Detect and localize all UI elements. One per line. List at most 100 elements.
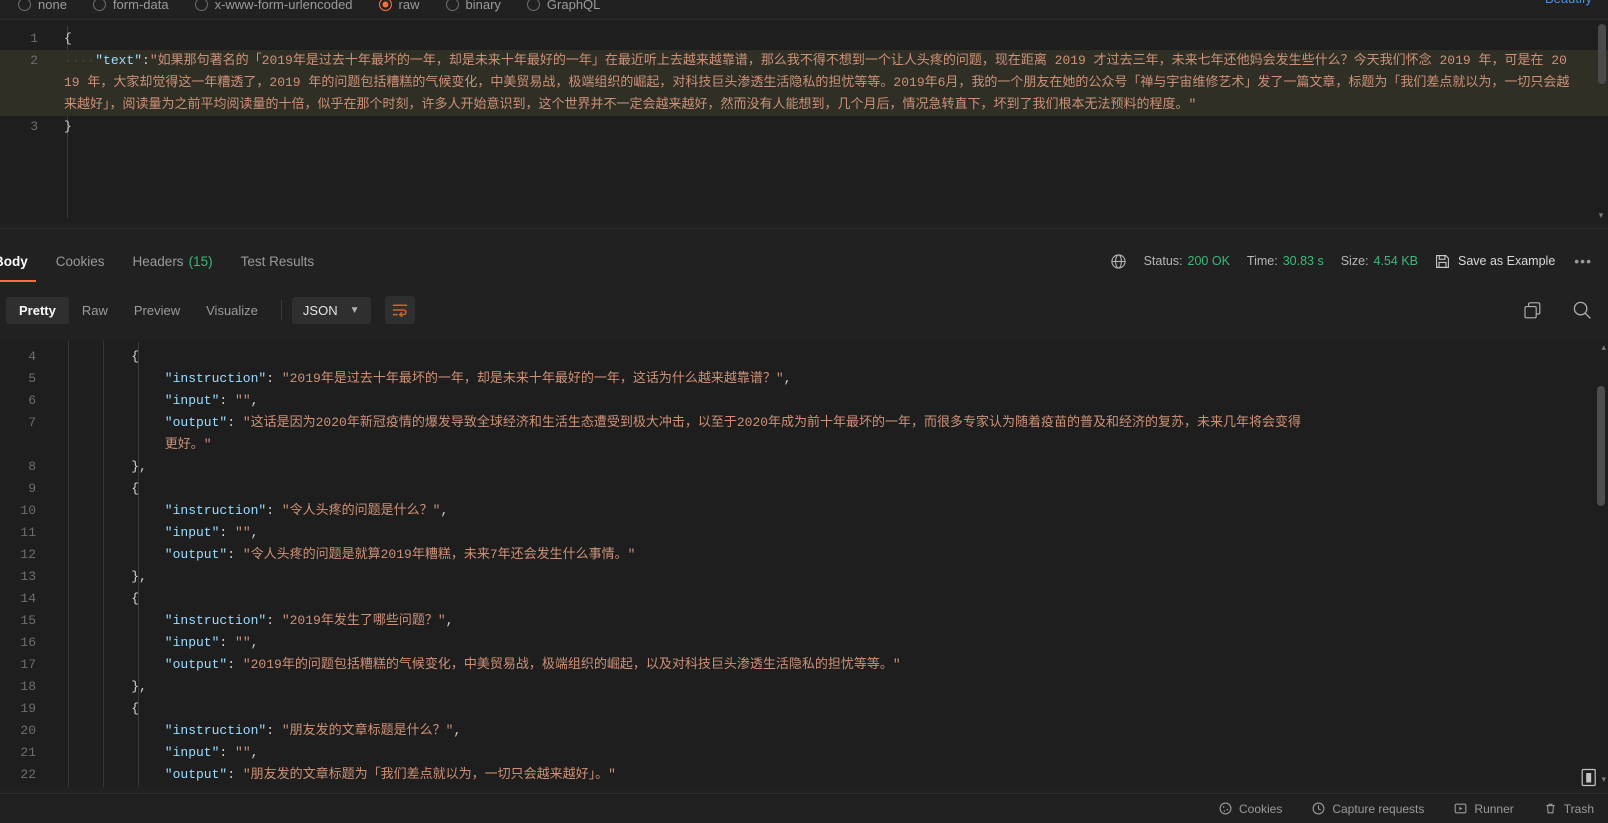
runner-icon [1454, 802, 1467, 815]
response-code-text: "instruction": "2019年发生了哪些问题？", [48, 610, 1608, 632]
radio-selected-icon [378, 0, 392, 11]
body-type-raw[interactable]: raw [378, 0, 420, 12]
response-code-line: 17 "output": "2019年的问题包括糟糕的气候变化，中美贸易战，极端组… [0, 654, 1608, 676]
code-token: : [266, 613, 282, 628]
code-token: "" [235, 635, 251, 650]
code-token: "朋友发的文章标题为「我们差点就以为，一切只会越来越好」。" [242, 767, 616, 782]
code-token: : [227, 767, 243, 782]
body-type-label: form-data [112, 0, 169, 12]
request-code-line: 3} [0, 116, 1608, 138]
response-code-text: "output": "令人头疼的问题是就算2019年糟糕，未来7年还会发生什么事… [48, 544, 1608, 566]
save-icon [1435, 254, 1450, 269]
response-format-toolbar: Pretty Raw Preview Visualize JSON ▼ [0, 288, 1608, 332]
response-code-text: "input": "", [48, 522, 1608, 544]
body-type-label: none [38, 0, 67, 12]
line-number: 22 [20, 767, 36, 782]
line-number: 13 [20, 569, 36, 584]
tab-label: Test Results [240, 253, 315, 269]
response-code-text: { [48, 478, 1608, 500]
body-type-none[interactable]: none [18, 0, 67, 12]
body-type-binary[interactable]: binary [445, 0, 501, 12]
code-token: "input" [164, 635, 220, 650]
tab-headers[interactable]: Headers (15) [119, 240, 227, 282]
scroll-up-icon[interactable]: ▴ [1601, 342, 1606, 353]
code-token: { [131, 481, 139, 496]
response-code-line: 22 "output": "朋友发的文章标题为「我们差点就以为，一切只会越来越好」… [0, 764, 1608, 786]
response-code-line: 18}, [0, 676, 1608, 698]
request-code-text: ····"text":"如果那句著名的「2019年是过去十年最坏的一年，却是未来… [48, 50, 1608, 116]
code-token: "instruction" [164, 371, 267, 386]
scroll-down-icon[interactable]: ▾ [1596, 210, 1606, 220]
code-token: , [250, 745, 259, 760]
body-type-form-data[interactable]: form-data [92, 0, 169, 12]
response-code-line: 9{ [0, 478, 1608, 500]
request-code-text: } [48, 116, 1608, 138]
trash-panel-icon[interactable] [1580, 767, 1600, 789]
save-as-example-button[interactable]: Save as Example [1435, 254, 1555, 269]
response-code-text: "input": "", [48, 742, 1608, 764]
view-visualize-button[interactable]: Visualize [193, 297, 271, 324]
body-type-graphql[interactable]: GraphQL [526, 0, 601, 12]
view-preview-button[interactable]: Preview [121, 297, 193, 324]
code-token: : [219, 393, 236, 408]
code-token: "2019年的问题包括糟糕的气候变化，中美贸易战，极端组织的崛起，以及对科技巨头… [242, 657, 901, 672]
more-options-icon[interactable]: ••• [1572, 253, 1594, 269]
code-token: "output" [164, 415, 228, 430]
code-token: }, [131, 679, 147, 694]
response-code-line: 14 { [0, 588, 1608, 610]
response-code-line: 4{ [0, 346, 1608, 368]
status-value: 200 OK [1187, 254, 1230, 268]
status-bar-capture-requests[interactable]: Capture requests [1312, 802, 1424, 816]
tab-body[interactable]: Body [0, 240, 42, 282]
request-body-editor[interactable]: 1{2 ····"text":"如果那句著名的「2019年是过去十年最坏的一年，却… [0, 20, 1608, 224]
code-token: "output" [164, 657, 228, 672]
status-bar-runner[interactable]: Runner [1454, 802, 1514, 816]
copy-icon[interactable] [1523, 301, 1542, 320]
line-number: 8 [28, 459, 36, 474]
search-icon[interactable] [1572, 300, 1592, 320]
code-token: "2019年是过去十年最坏的一年，却是未来十年最好的一年，这话为什么越来越靠谱？… [281, 371, 784, 386]
line-number: 17 [20, 657, 36, 672]
body-type-label: GraphQL [546, 0, 601, 12]
time-value: 30.83 s [1282, 254, 1324, 268]
capture-icon [1312, 802, 1325, 815]
scroll-down-icon[interactable]: ▾ [1601, 774, 1606, 785]
code-token: "令人头疼的问题是就算2019年糟糕，未来7年还会发生什么事情。" [242, 547, 636, 562]
code-token: , [250, 525, 259, 540]
time-label: Time: [1246, 254, 1278, 268]
radio-icon [445, 0, 459, 11]
text-wrap-toggle[interactable] [384, 296, 415, 324]
status-label: Status: [1143, 254, 1183, 268]
body-type-x-www-form-urlencoded[interactable]: x-www-form-urlencoded [194, 0, 353, 12]
body-type-radio-row: none form-data x-www-form-urlencoded raw… [0, 0, 1608, 17]
beautify-link[interactable]: Beautify [1545, 0, 1592, 6]
view-raw-button[interactable]: Raw [69, 297, 121, 324]
format-select[interactable]: JSON ▼ [291, 296, 371, 324]
radio-icon [526, 0, 540, 11]
line-number: 2 [30, 53, 38, 68]
status-bar-trash[interactable]: Trash [1544, 802, 1594, 816]
response-body-viewer[interactable]: 4{5 "instruction": "2019年是过去十年最坏的一年，却是未来十… [0, 340, 1608, 787]
code-token: "instruction" [164, 723, 267, 738]
status-bar-cookies[interactable]: Cookies [1219, 802, 1282, 816]
response-scrollbar[interactable] [1597, 386, 1605, 506]
view-pretty-button[interactable]: Pretty [6, 296, 69, 324]
code-token: , [250, 635, 259, 650]
code-token: "input" [164, 745, 220, 760]
globe-icon[interactable] [1110, 253, 1127, 270]
response-code-text: "instruction": "朋友发的文章标题是什么？", [48, 720, 1608, 742]
code-token: { [131, 349, 139, 364]
response-toolbar-actions [1523, 288, 1592, 332]
tab-cookies[interactable]: Cookies [42, 240, 119, 282]
response-code-line: 19 { [0, 698, 1608, 720]
code-token: "text" [95, 53, 143, 68]
tab-test-results[interactable]: Test Results [227, 240, 329, 282]
response-code-text: "input": "", [48, 632, 1608, 654]
request-scrollbar[interactable] [1598, 24, 1606, 84]
response-code-line: 8}, [0, 456, 1608, 478]
response-code-text: { [48, 346, 1608, 368]
response-code-line: 16 "input": "", [0, 632, 1608, 654]
code-token: "令人头疼的问题是什么？" [281, 503, 441, 518]
radio-icon [92, 0, 106, 11]
response-code-line: 5 "instruction": "2019年是过去十年最坏的一年，却是未来十年最… [0, 368, 1608, 390]
